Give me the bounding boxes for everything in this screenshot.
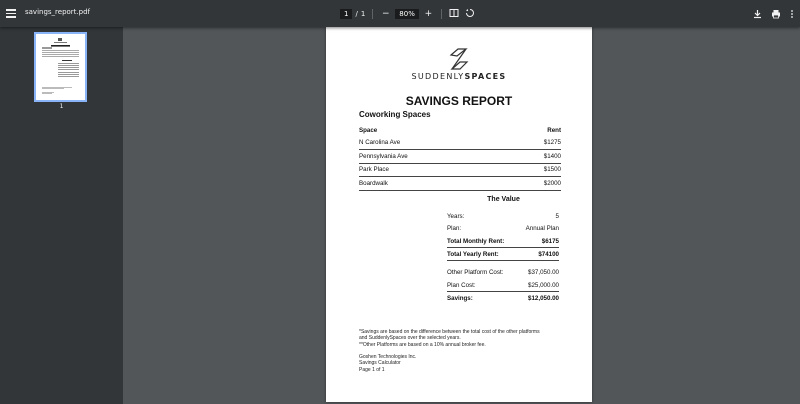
more-options-icon[interactable] [790,4,794,23]
other-platform-label: Other Platform Cost: [447,268,504,276]
years-row: Years: 5 [447,210,559,222]
yearly-rent-value: $74100 [538,250,559,258]
other-platform-value: $37,050.00 [528,268,559,276]
footnote-line: **Other Platforms are based on a 10% ann… [359,341,486,348]
table-row: N Carolina Ave $1275 [359,137,561,150]
section-title: Coworking Spaces [359,110,431,119]
monthly-rent-row: Total Monthly Rent: $6175 [447,235,559,248]
value-section-title: The Value [487,196,520,203]
plan-label: Plan: [447,224,462,232]
divider [372,8,374,19]
page-thumbnail[interactable] [34,32,87,102]
page-number-input[interactable]: 1 [340,8,353,19]
rotate-icon[interactable] [465,8,475,20]
footnotes: *Savings are based on the difference bet… [359,329,540,348]
table-header: Space Rent [359,124,561,137]
table-row: Park Place $1500 [359,164,561,177]
brand-bold: SPACES [464,72,507,81]
space-name: Boardwalk [359,179,388,187]
page-zoom-controls: 1 / 1 − 80% + [340,6,475,21]
space-rent: $2000 [543,179,561,187]
table-row: Pennsylvania Ave $1400 [359,150,561,164]
file-name: savings_report.pdf [25,8,91,16]
fit-page-icon[interactable] [449,8,459,20]
years-label: Years: [447,212,465,220]
plan-cost-value: $25,000.00 [528,281,559,289]
space-rent: $1275 [543,139,561,147]
space-name: Park Place [359,166,389,174]
space-name: Pennsylvania Ave [359,152,408,160]
plan-value: Annual Plan [525,224,559,232]
zoom-out-button[interactable]: − [380,9,391,19]
page-separator: / [355,9,358,18]
brand-light: SUDDENLY [411,72,465,81]
space-rent: $1400 [543,152,561,160]
download-icon[interactable] [753,4,762,23]
zoom-in-button[interactable]: + [423,9,434,19]
menu-icon[interactable] [6,7,16,19]
document-footer: Goshen Technologies Inc. Savings Calcula… [359,354,416,373]
column-header-space: Space [359,126,378,134]
zoom-level-input[interactable]: 80% [395,8,419,19]
suddenlyspaces-logo-icon [326,48,592,74]
plan-cost-label: Plan Cost: [447,281,476,289]
thumbnail-sidebar: 1 [0,27,123,404]
space-rent: $1500 [543,166,561,174]
plan-cost-row: Plan Cost: $25,000.00 [447,279,559,292]
plan-row: Plan: Annual Plan [447,222,559,234]
column-header-rent: Rent [547,126,561,134]
page-label: Page 1 of 1 [359,366,385,373]
monthly-rent-value: $6175 [541,237,559,245]
toolbar-actions [753,6,794,21]
print-icon[interactable] [771,4,781,23]
pdf-toolbar: savings_report.pdf 1 / 1 − 80% + [0,0,800,27]
brand-wordmark: SUDDENLYSPACES [326,72,592,81]
savings-row: Savings: $12,050.00 [447,292,559,304]
pdf-page: SUDDENLYSPACES SAVINGS REPORT Coworking … [326,27,592,402]
report-title: SAVINGS REPORT [405,94,513,108]
yearly-rent-row: Total Yearly Rent: $74100 [447,248,559,261]
savings-value: $12,050.00 [528,294,559,302]
years-value: 5 [555,212,559,220]
monthly-rent-label: Total Monthly Rent: [447,237,505,245]
other-platform-row: Other Platform Cost: $37,050.00 [447,266,559,278]
savings-label: Savings: [447,294,473,302]
table-row: Boardwalk $2000 [359,177,561,191]
yearly-rent-label: Total Yearly Rent: [447,250,499,258]
page-total: 1 [360,9,366,18]
space-name: N Carolina Ave [359,139,401,147]
spaces-table: Space Rent N Carolina Ave $1275 Pennsylva… [359,124,561,191]
thumbnail-page-number: 1 [59,103,64,110]
divider [440,8,442,19]
